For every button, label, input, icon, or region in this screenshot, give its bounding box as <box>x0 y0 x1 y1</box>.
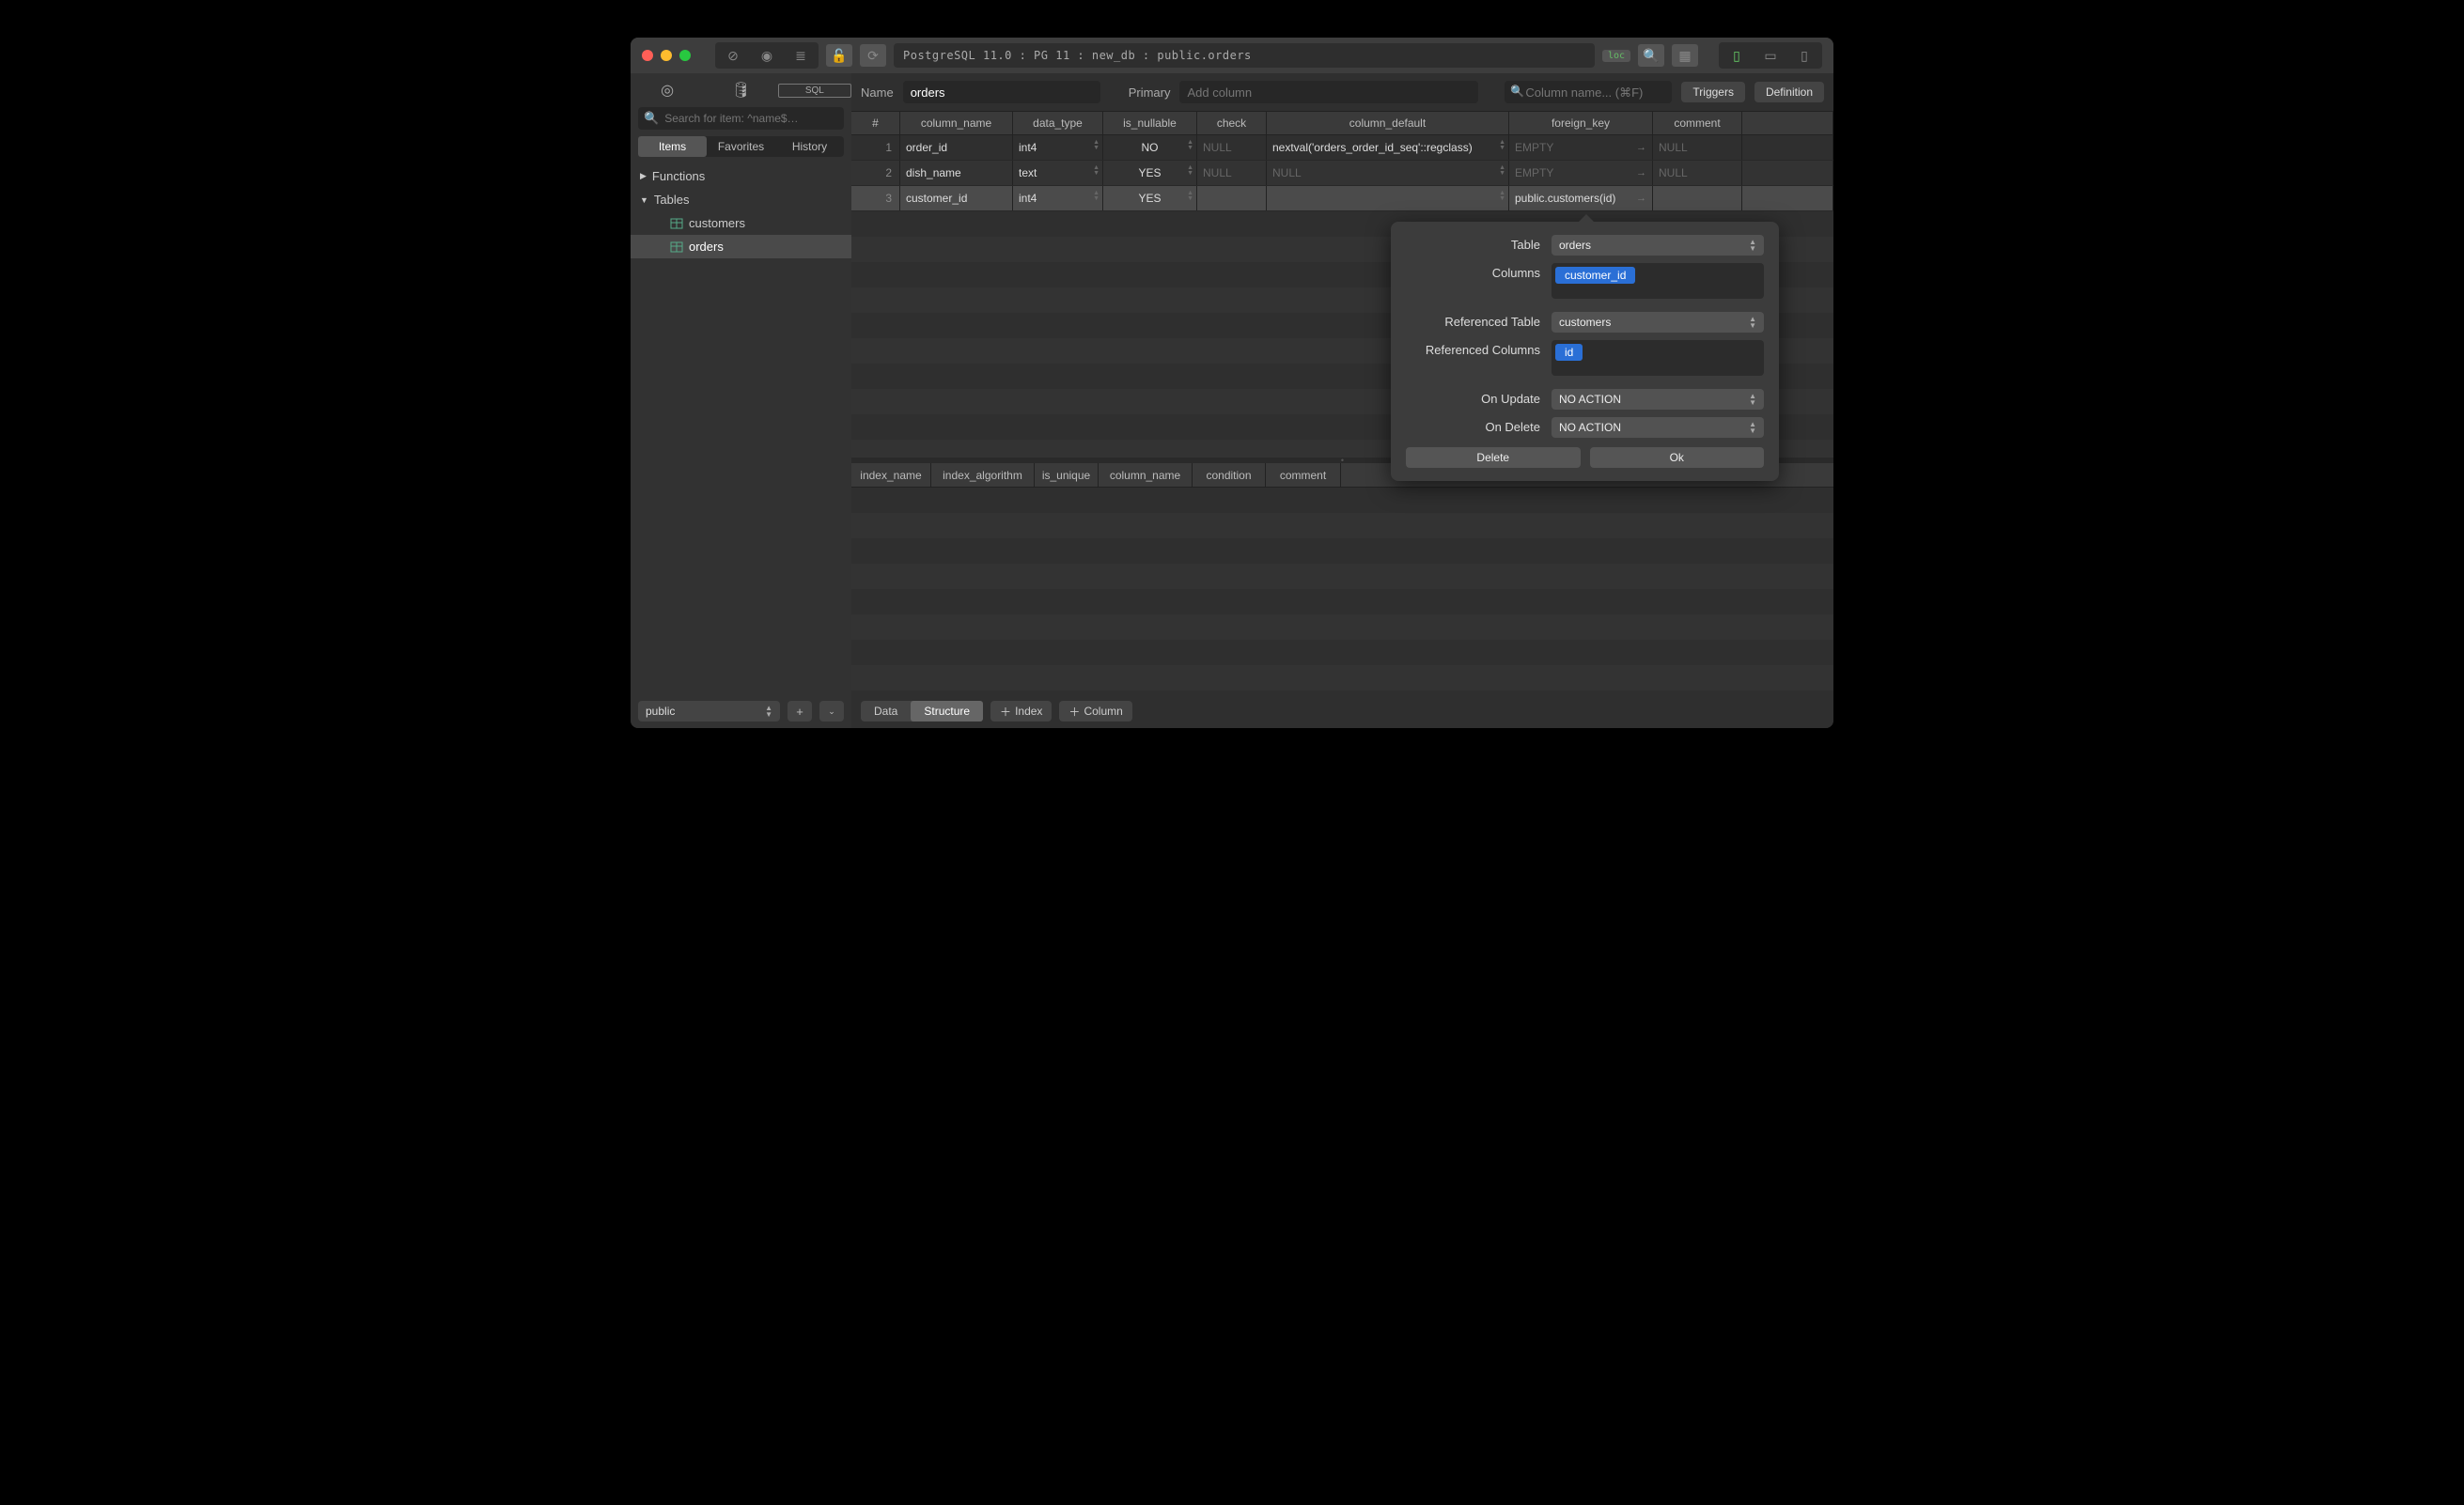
seg-data[interactable]: Data <box>861 701 911 721</box>
indexes-empty <box>851 488 1833 694</box>
layout-left-icon[interactable]: ▯ <box>1721 44 1753 67</box>
columns-header: # column_name data_type is_nullable chec… <box>851 111 1833 135</box>
app-window: ⊘ ◉ ≣ 🔓 ⟳ PostgreSQL 11.0 : PG 11 : new_… <box>631 38 1833 728</box>
po-ondelete-select[interactable]: NO ACTION ▲▼ <box>1552 417 1764 438</box>
tree-table-orders[interactable]: orders <box>631 235 851 258</box>
location-badge: loc <box>1602 50 1630 62</box>
minimize-window[interactable] <box>661 50 672 61</box>
layout-bottom-icon[interactable]: ▭ <box>1754 44 1786 67</box>
main-header: Name Primary 🔍 Triggers Definition <box>851 73 1833 111</box>
po-columns-field[interactable]: customer_id <box>1552 263 1764 299</box>
cancel-icon[interactable]: ⊘ <box>717 44 749 67</box>
triggers-button[interactable]: Triggers <box>1681 82 1745 102</box>
layout-group: ▯ ▭ ▯ <box>1719 42 1822 69</box>
refresh-icon[interactable]: ⟳ <box>860 44 886 67</box>
add-index-button[interactable]: ＋Index <box>990 701 1052 721</box>
sidebar-footer: public ▲▼ + ⌄ <box>631 694 851 728</box>
sidebar-search-input[interactable] <box>664 112 838 125</box>
column-row[interactable]: 2dish_nametext▲▼YES▲▼NULLNULL▲▼EMPTY→NUL… <box>851 161 1833 186</box>
grid-icon[interactable]: ▦ <box>1672 44 1698 67</box>
chevron-updown-icon: ▲▼ <box>1749 393 1756 406</box>
chevron-updown-icon: ▲▼ <box>1749 239 1756 252</box>
column-row[interactable]: 3customer_idint4▲▼YES▲▼▲▼public.customer… <box>851 186 1833 211</box>
add-column-button[interactable]: ＋Column <box>1059 701 1131 721</box>
sidebar-mode-tabs: ◎ 🛢 SQL <box>631 73 851 107</box>
sidebar: ◎ 🛢 SQL 🔍 Items Favorites History ▶ Func… <box>631 73 851 728</box>
sql-icon[interactable]: SQL <box>778 84 851 98</box>
toolbar-group-1: ⊘ ◉ ≣ <box>715 42 819 69</box>
table-name-input[interactable] <box>903 81 1100 103</box>
chevron-right-icon: ▶ <box>640 171 647 181</box>
add-button[interactable]: + <box>788 701 812 721</box>
main-footer: Data Structure ＋Index ＋Column <box>851 694 1833 728</box>
primary-label: Primary <box>1129 85 1171 100</box>
column-tag[interactable]: customer_id <box>1555 267 1635 284</box>
sidebar-tree: ▶ Functions ▼ Tables customers orders <box>631 163 851 694</box>
eye-icon[interactable]: ◉ <box>751 44 783 67</box>
search-icon: 🔍 <box>1510 85 1524 98</box>
zoom-window[interactable] <box>679 50 691 61</box>
chevron-updown-icon: ▲▼ <box>765 705 772 718</box>
po-reftable-label: Referenced Table <box>1406 312 1552 329</box>
database-icon[interactable]: 🛢 <box>705 81 778 100</box>
po-onupdate-label: On Update <box>1406 389 1552 406</box>
seg-structure[interactable]: Structure <box>911 701 983 721</box>
breadcrumb[interactable]: PostgreSQL 11.0 : PG 11 : new_db : publi… <box>894 43 1595 68</box>
chevron-down-icon: ▼ <box>640 195 648 205</box>
schema-select[interactable]: public ▲▼ <box>638 701 780 721</box>
tab-items[interactable]: Items <box>638 136 707 157</box>
column-row[interactable]: 1order_idint4▲▼NO▲▼NULLnextval('orders_o… <box>851 135 1833 161</box>
chevron-updown-icon: ▲▼ <box>1749 316 1756 329</box>
primary-input[interactable] <box>1179 81 1478 103</box>
sidebar-search[interactable]: 🔍 <box>638 107 844 130</box>
po-columns-label: Columns <box>1406 263 1552 280</box>
column-search-input[interactable] <box>1505 81 1672 103</box>
po-table-select[interactable]: orders ▲▼ <box>1552 235 1764 256</box>
list-icon[interactable]: ≣ <box>785 44 817 67</box>
search-icon[interactable]: 🔍 <box>1638 44 1664 67</box>
po-delete-button[interactable]: Delete <box>1406 447 1581 468</box>
po-table-label: Table <box>1406 235 1552 252</box>
titlebar: ⊘ ◉ ≣ 🔓 ⟳ PostgreSQL 11.0 : PG 11 : new_… <box>631 38 1833 73</box>
search-icon: 🔍 <box>644 111 659 126</box>
table-icon <box>670 217 683 230</box>
name-label: Name <box>861 85 894 100</box>
po-refcols-label: Referenced Columns <box>1406 340 1552 357</box>
layout-right-icon[interactable]: ▯ <box>1788 44 1820 67</box>
tree-tables[interactable]: ▼ Tables <box>631 188 851 211</box>
tree-table-customers[interactable]: customers <box>631 211 851 235</box>
column-tag[interactable]: id <box>1555 344 1583 361</box>
tab-history[interactable]: History <box>775 136 844 157</box>
connection-icon[interactable]: ◎ <box>631 81 704 100</box>
po-refcols-field[interactable]: id <box>1552 340 1764 376</box>
tree-functions[interactable]: ▶ Functions <box>631 164 851 188</box>
traffic-lights <box>642 50 691 61</box>
lock-icon[interactable]: 🔓 <box>826 44 852 67</box>
sidebar-tabs[interactable]: Items Favorites History <box>638 136 844 157</box>
more-button[interactable]: ⌄ <box>819 701 844 721</box>
tab-favorites[interactable]: Favorites <box>707 136 775 157</box>
view-segment[interactable]: Data Structure <box>861 701 983 721</box>
po-ondelete-label: On Delete <box>1406 417 1552 434</box>
table-icon <box>670 240 683 254</box>
definition-button[interactable]: Definition <box>1754 82 1824 102</box>
fk-popover: Table orders ▲▼ Columns customer_id Refe… <box>1391 222 1779 481</box>
po-onupdate-select[interactable]: NO ACTION ▲▼ <box>1552 389 1764 410</box>
columns-body: 1order_idint4▲▼NO▲▼NULLnextval('orders_o… <box>851 135 1833 211</box>
po-ok-button[interactable]: Ok <box>1590 447 1765 468</box>
chevron-updown-icon: ▲▼ <box>1749 421 1756 434</box>
close-window[interactable] <box>642 50 653 61</box>
po-reftable-select[interactable]: customers ▲▼ <box>1552 312 1764 333</box>
